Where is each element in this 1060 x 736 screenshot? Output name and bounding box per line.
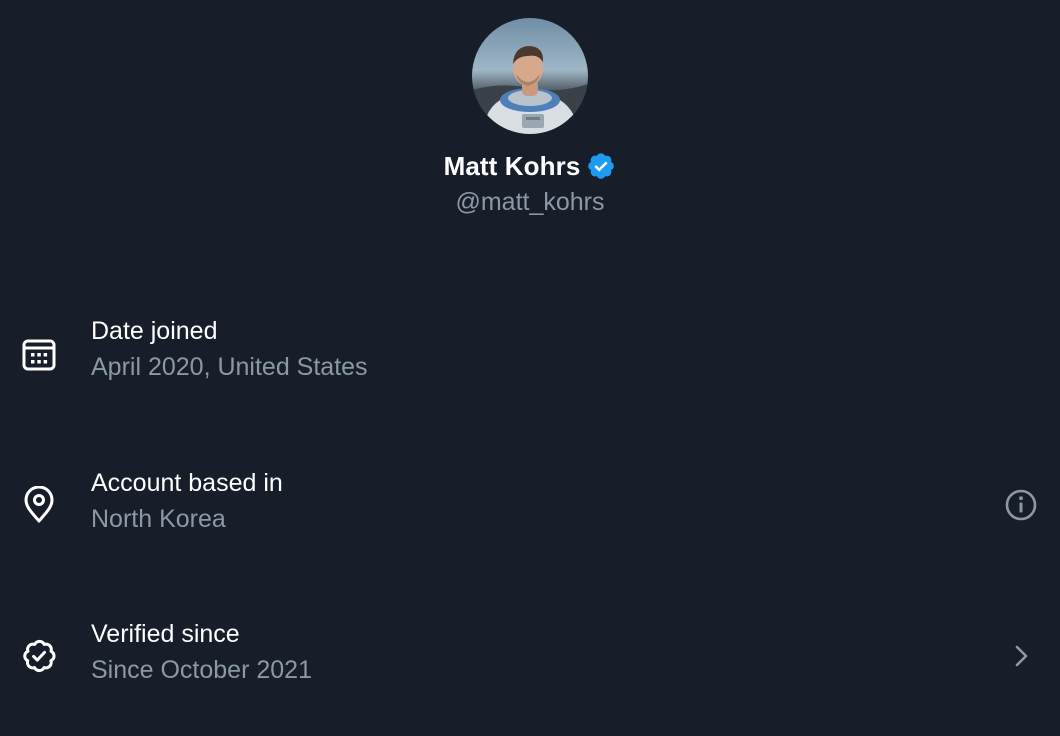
account-based-in-title: Account based in (91, 469, 283, 497)
astronaut-avatar-image (472, 18, 588, 134)
profile-header: Matt Kohrs @matt_kohrs (0, 18, 1060, 217)
chevron-right-icon[interactable] (1004, 639, 1038, 673)
date-joined-text: Date joined April 2020, United States (91, 315, 368, 383)
date-joined-title: Date joined (91, 317, 218, 345)
about-account-page: Matt Kohrs @matt_kohrs Date joined April… (0, 0, 1060, 736)
info-icon[interactable] (1004, 488, 1038, 522)
verified-since-row[interactable]: Verified since Since October 2021 (0, 618, 1060, 694)
date-joined-row: Date joined April 2020, United States (0, 315, 1060, 391)
verified-badge-icon (586, 151, 616, 181)
display-name: Matt Kohrs (443, 150, 581, 181)
calendar-icon (20, 334, 58, 372)
handle: @matt_kohrs (455, 188, 605, 216)
verified-badge-outline-icon (20, 637, 58, 675)
account-based-in-row: Account based in North Korea (0, 467, 1060, 543)
location-pin-icon (20, 485, 58, 524)
verified-since-text: Verified since Since October 2021 (91, 618, 312, 686)
account-based-in-text: Account based in North Korea (91, 467, 283, 535)
avatar[interactable] (472, 18, 588, 134)
verified-since-title: Verified since (91, 620, 240, 648)
date-joined-value: April 2020, United States (91, 353, 368, 381)
verified-since-value: Since October 2021 (91, 656, 312, 684)
account-based-in-value: North Korea (91, 505, 226, 533)
name-row: Matt Kohrs (444, 148, 617, 184)
